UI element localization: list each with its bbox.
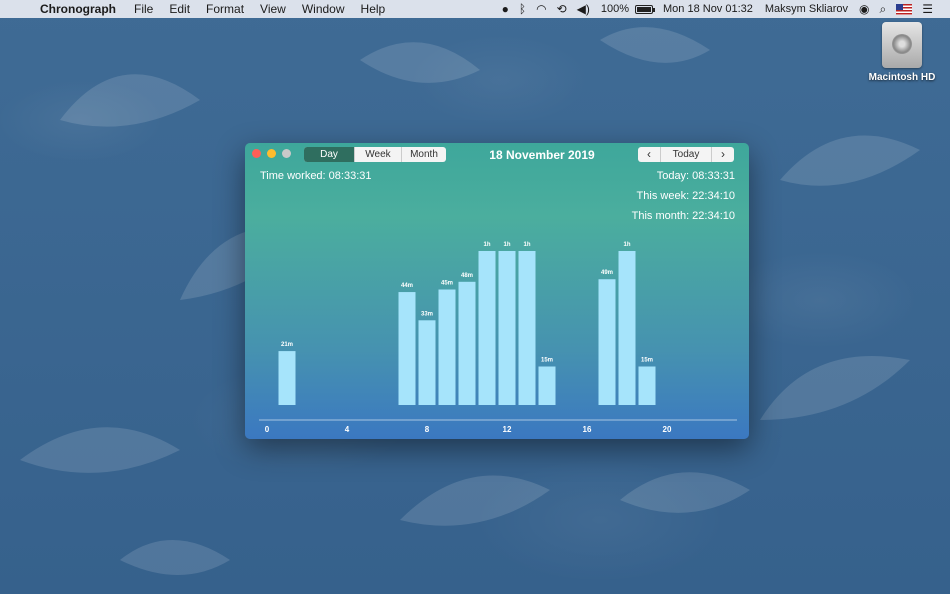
hd-label: Macintosh HD: [868, 72, 936, 83]
bar-value-label: 15m: [641, 358, 653, 364]
bar-value-label: 49m: [601, 270, 613, 276]
status-area: ● ᛒ ◠ ⟲ ◀) 100% Mon 18 Nov 01:32 Maksym …: [497, 2, 950, 17]
bar-value-label: 15m: [541, 358, 553, 364]
hour-bar[interactable]: [418, 320, 436, 405]
bar-value-label: 1h: [483, 242, 490, 248]
flag-icon[interactable]: [891, 2, 917, 16]
menu-window[interactable]: Window: [294, 2, 353, 16]
hour-bar[interactable]: [538, 366, 556, 406]
battery-percent[interactable]: 100%: [595, 3, 635, 15]
battery-icon[interactable]: [635, 4, 655, 14]
bar-value-label: 1h: [523, 242, 530, 248]
bar-value-label: 45m: [441, 281, 453, 287]
menu-file[interactable]: File: [126, 2, 161, 16]
bluetooth-icon[interactable]: ᛒ: [514, 2, 531, 16]
clock[interactable]: Mon 18 Nov 01:32: [653, 3, 759, 15]
x-tick-label: 20: [663, 425, 672, 434]
menu-app-name[interactable]: Chronograph: [40, 2, 126, 16]
notification-center-icon[interactable]: ☰: [917, 2, 938, 16]
bar-value-label: 44m: [401, 283, 413, 289]
hour-bar[interactable]: [598, 279, 616, 405]
hour-bar[interactable]: [458, 281, 476, 405]
x-tick-label: 4: [345, 425, 350, 434]
bar-value-label: 21m: [281, 342, 293, 348]
chronograph-window: Day Week Month 18 November 2019 ‹ Today …: [245, 143, 749, 439]
hour-bar[interactable]: [618, 251, 636, 405]
hour-bar[interactable]: [498, 251, 516, 405]
menu-view[interactable]: View: [252, 2, 294, 16]
hour-bar[interactable]: [478, 251, 496, 405]
menu-bar: Chronograph File Edit Format View Window…: [0, 0, 950, 18]
hour-bar[interactable]: [518, 251, 536, 405]
hourly-bar-chart: 0 4 8 12 16 20 21m 44m 33m 45m 48m 1h 1h 1h 15m 49m 1h 15…: [259, 242, 737, 434]
menu-edit[interactable]: Edit: [161, 2, 198, 16]
hour-bar[interactable]: [278, 351, 296, 405]
bar-value-label: 1h: [623, 242, 630, 248]
wifi-icon[interactable]: ◠: [531, 2, 551, 16]
desktop-hd[interactable]: Macintosh HD: [864, 22, 940, 83]
time-machine-icon[interactable]: ⟲: [552, 2, 572, 16]
menu-format[interactable]: Format: [198, 2, 252, 16]
hour-bar[interactable]: [438, 289, 456, 406]
siri-icon[interactable]: ◉: [854, 2, 874, 16]
bar-value-label: 1h: [503, 242, 510, 248]
elephant-icon[interactable]: ●: [497, 2, 514, 16]
hour-bar[interactable]: [398, 292, 416, 405]
bar-value-label: 48m: [461, 273, 473, 279]
bar-value-label: 33m: [421, 311, 433, 317]
hard-drive-icon[interactable]: [882, 22, 922, 68]
user-name[interactable]: Maksym Skliarov: [759, 3, 854, 15]
x-tick-label: 12: [503, 425, 512, 434]
search-icon[interactable]: ⌕: [875, 2, 892, 17]
volume-icon[interactable]: ◀): [572, 2, 595, 16]
x-tick-label: 0: [265, 425, 270, 434]
hour-bar[interactable]: [638, 366, 656, 406]
menu-help[interactable]: Help: [353, 2, 394, 16]
x-tick-label: 16: [583, 425, 592, 434]
x-tick-label: 8: [425, 425, 430, 434]
